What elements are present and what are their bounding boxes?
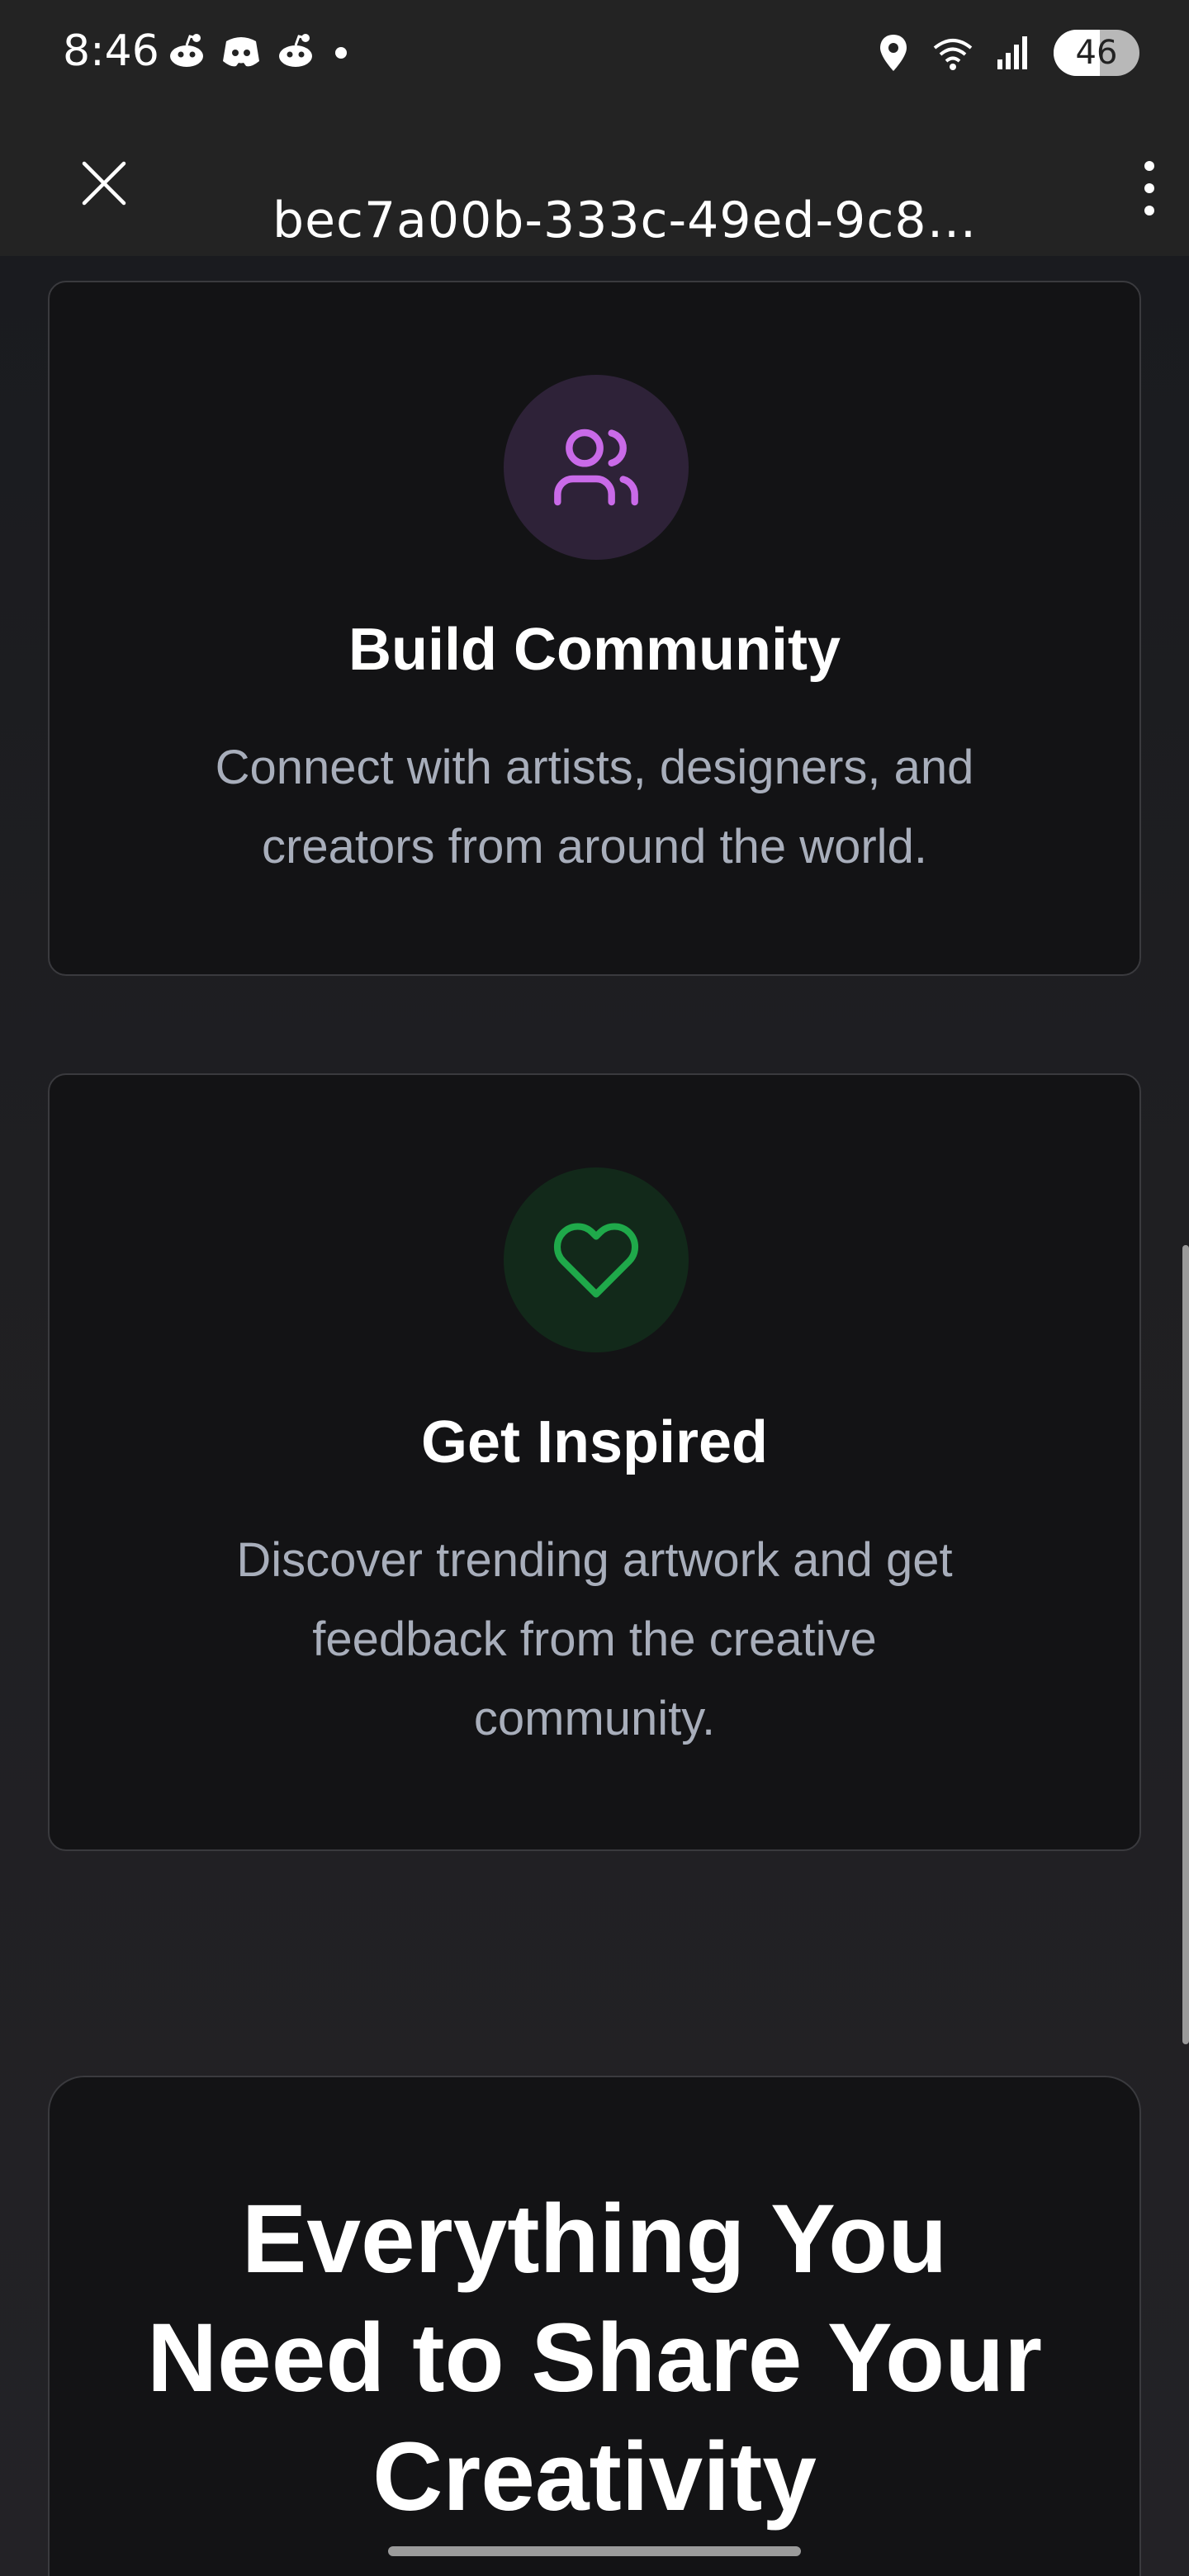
- signal-icon: [997, 36, 1027, 69]
- discord-icon: [223, 37, 259, 67]
- page-url: bec7a00b-333c-49ed-9c8…: [272, 192, 978, 249]
- feature-description-line: Connect with artists, designers, and: [215, 741, 974, 794]
- feature-description-line: creators from around the world.: [262, 820, 927, 874]
- close-button[interactable]: [71, 150, 137, 216]
- feature-card-build-community: Build Community Connect with artists, de…: [48, 281, 1141, 976]
- feature-card-get-inspired: Get Inspired Discover trending artwork a…: [48, 1073, 1141, 1851]
- section-heading-card: Everything You Need to Share Your Creati…: [48, 2076, 1141, 2576]
- feature-description: Discover trending artwork and get feedba…: [165, 1521, 1024, 1759]
- battery-level: 46: [1075, 34, 1118, 72]
- scrollbar-thumb[interactable]: [1182, 1245, 1189, 2044]
- status-time: 8:46: [63, 26, 159, 76]
- more-vertical-icon: [1144, 161, 1154, 215]
- heart-icon: [553, 1223, 639, 1298]
- battery-icon: 46: [1054, 30, 1139, 76]
- browser-title-bar: bec7a00b-333c-49ed-9c8…: [0, 116, 1189, 256]
- home-indicator[interactable]: [388, 2546, 801, 2556]
- wifi-icon: [933, 39, 973, 70]
- reddit-icon: [170, 34, 203, 67]
- reddit-icon: [279, 34, 312, 67]
- location-icon: [880, 35, 907, 71]
- page-content[interactable]: Build Community Connect with artists, de…: [0, 256, 1189, 2576]
- feature-title: Get Inspired: [420, 1409, 769, 1475]
- section-heading-line: Need to Share Your: [146, 2304, 1043, 2413]
- more-options-button[interactable]: [1125, 147, 1174, 230]
- feature-description: Connect with artists, designers, and cre…: [165, 728, 1024, 887]
- dot-icon: [335, 47, 347, 59]
- notification-icons: [165, 30, 353, 73]
- users-icon: [554, 429, 638, 506]
- section-heading-line: Everything You: [241, 2185, 948, 2294]
- section-heading: Everything You Need to Share Your Creati…: [99, 2180, 1090, 2536]
- system-icons: 46: [877, 30, 1139, 76]
- feature-description-line: Discover trending artwork and get: [236, 1533, 953, 1587]
- feature-title: Build Community: [348, 617, 841, 683]
- section-heading-line: Creativity: [372, 2422, 817, 2531]
- close-icon: [82, 161, 126, 206]
- feature-description-line: community.: [473, 1692, 716, 1745]
- feature-icon-badge: [504, 375, 689, 560]
- status-bar: 8:46 46: [0, 0, 1189, 116]
- feature-icon-badge: [504, 1167, 689, 1352]
- feature-description-line: feedback from the creative: [312, 1612, 877, 1666]
